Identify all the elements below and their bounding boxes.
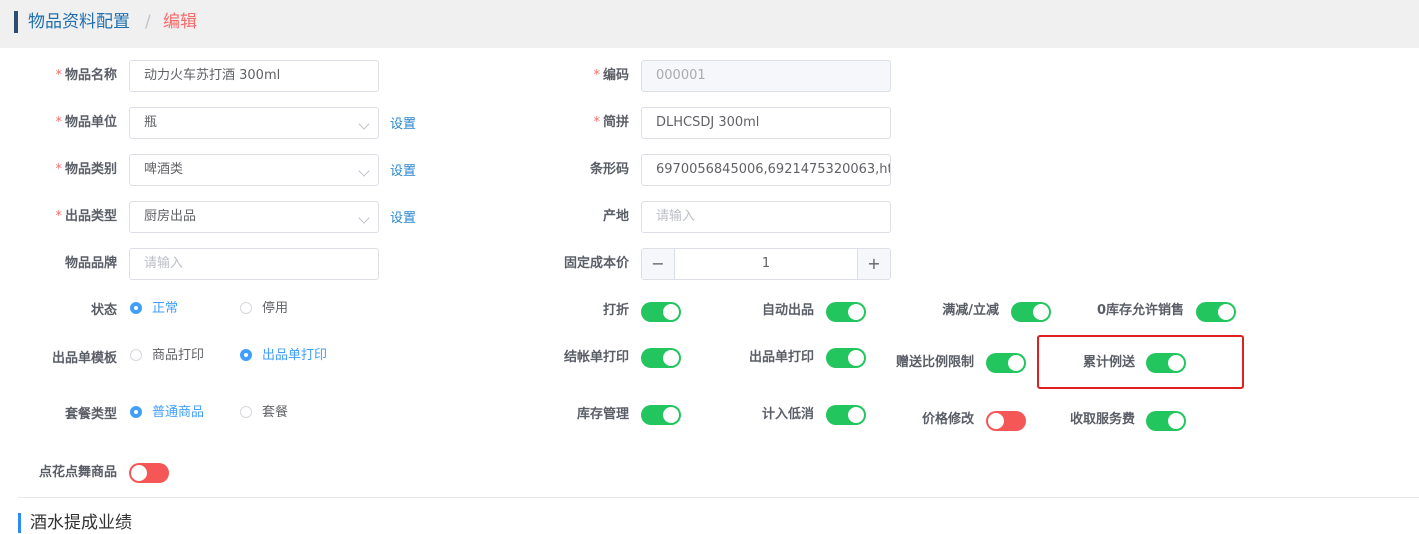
- minus-icon[interactable]: −: [642, 249, 675, 279]
- page-header: 物品资料配置 / 编辑: [0, 0, 1419, 48]
- category-settings-link[interactable]: 设置: [390, 163, 416, 181]
- chevron-down-icon: [358, 212, 370, 224]
- checkout-print-switch[interactable]: [641, 348, 681, 368]
- status-radio-normal[interactable]: 正常: [130, 300, 178, 318]
- full-reduce-switch[interactable]: [1011, 302, 1051, 322]
- status-label: 状态: [90, 303, 117, 318]
- section-accent-bar: [18, 513, 21, 533]
- unit-settings-link[interactable]: 设置: [390, 116, 416, 134]
- origin-input[interactable]: 请输入: [641, 201, 891, 233]
- switch-knob: [1218, 304, 1234, 320]
- gift-ratio-label: 赠送比例限制: [895, 355, 974, 370]
- out-print-switch[interactable]: [826, 348, 866, 368]
- service-fee-switch[interactable]: [1146, 411, 1186, 431]
- zero-stock-switch[interactable]: [1196, 302, 1236, 322]
- barcode-label: 条形码: [589, 162, 629, 177]
- auto-out-switch[interactable]: [826, 302, 866, 322]
- radio-unchecked-icon: [130, 349, 142, 361]
- package-radio-set[interactable]: 套餐: [240, 404, 288, 422]
- switch-knob: [663, 304, 679, 320]
- out-type-settings-link[interactable]: 设置: [390, 210, 416, 228]
- origin-label: 产地: [602, 209, 629, 224]
- min-spend-switch[interactable]: [826, 405, 866, 425]
- section-divider: [18, 497, 1419, 498]
- highlight-box: [1037, 335, 1244, 389]
- code-label: * 编码: [593, 68, 629, 83]
- switch-knob: [663, 407, 679, 423]
- dance-switch[interactable]: [129, 463, 169, 483]
- stock-mgmt-label: 库存管理: [576, 407, 629, 422]
- discount-switch[interactable]: [641, 302, 681, 322]
- cost-value[interactable]: 1: [675, 249, 857, 279]
- switch-knob: [988, 413, 1004, 429]
- gift-ratio-switch[interactable]: [986, 353, 1026, 373]
- price-edit-switch[interactable]: [986, 411, 1026, 431]
- radio-checked-icon: [130, 302, 142, 314]
- cost-stepper[interactable]: − 1 +: [641, 248, 891, 280]
- breadcrumb-separator: /: [145, 12, 151, 32]
- status-radio-disabled[interactable]: 停用: [240, 300, 288, 318]
- package-radio-normal[interactable]: 普通商品: [130, 404, 204, 422]
- brand-input[interactable]: 请输入: [129, 248, 379, 280]
- auto-out-label: 自动出品: [761, 303, 814, 318]
- accum-gift-label: 累计例送: [1082, 355, 1135, 370]
- radio-unchecked-icon: [240, 406, 252, 418]
- breadcrumb-current: 编辑: [163, 12, 197, 32]
- name-label: * 物品名称: [55, 68, 117, 83]
- stock-mgmt-switch[interactable]: [641, 405, 681, 425]
- out-print-label: 出品单打印: [748, 350, 814, 365]
- name-input[interactable]: 动力火车苏打酒 300ml: [129, 60, 379, 92]
- full-reduce-label: 满减/立减: [942, 303, 999, 318]
- barcode-input[interactable]: 6970056845006,6921475320063,ht: [641, 154, 891, 186]
- breadcrumb-parent[interactable]: 物品资料配置: [28, 11, 130, 33]
- switch-knob: [1168, 413, 1184, 429]
- header-accent-bar: [14, 11, 18, 33]
- template-radio-out-print[interactable]: 出品单打印: [240, 347, 327, 365]
- min-spend-label: 计入低消: [761, 407, 814, 422]
- discount-label: 打折: [602, 303, 629, 318]
- switch-knob: [663, 350, 679, 366]
- brand-label: 物品品牌: [64, 256, 117, 271]
- code-input: 000001: [641, 60, 891, 92]
- unit-select[interactable]: 瓶: [129, 107, 379, 139]
- radio-checked-icon: [130, 406, 142, 418]
- section-title: 酒水提成业绩: [30, 513, 132, 533]
- category-label: * 物品类别: [55, 162, 117, 177]
- cost-label: 固定成本价: [563, 256, 629, 271]
- switch-knob: [1008, 355, 1024, 371]
- accum-gift-switch[interactable]: [1146, 353, 1186, 373]
- switch-knob: [848, 407, 864, 423]
- plus-icon[interactable]: +: [857, 249, 890, 279]
- checkout-print-label: 结帐单打印: [563, 350, 629, 365]
- template-label: 出品单模板: [51, 351, 117, 366]
- package-label: 套餐类型: [64, 407, 117, 422]
- switch-knob: [848, 304, 864, 320]
- category-select[interactable]: 啤酒类: [129, 154, 379, 186]
- chevron-down-icon: [358, 165, 370, 177]
- out-type-label: * 出品类型: [55, 209, 117, 224]
- switch-knob: [1168, 355, 1184, 371]
- service-fee-label: 收取服务费: [1069, 412, 1135, 427]
- out-type-select[interactable]: 厨房出品: [129, 201, 379, 233]
- switch-knob: [848, 350, 864, 366]
- radio-unchecked-icon: [240, 302, 252, 314]
- dance-label: 点花点舞商品: [38, 465, 117, 480]
- switch-knob: [1033, 304, 1049, 320]
- pinyin-label: * 简拼: [593, 115, 629, 130]
- radio-checked-icon: [240, 349, 252, 361]
- switch-knob: [131, 465, 147, 481]
- price-edit-label: 价格修改: [921, 412, 974, 427]
- template-radio-goods[interactable]: 商品打印: [130, 347, 204, 365]
- zero-stock-label: 0库存允许销售: [1096, 303, 1184, 318]
- chevron-down-icon: [358, 118, 370, 130]
- pinyin-input[interactable]: DLHCSDJ 300ml: [641, 107, 891, 139]
- unit-label: * 物品单位: [55, 115, 117, 130]
